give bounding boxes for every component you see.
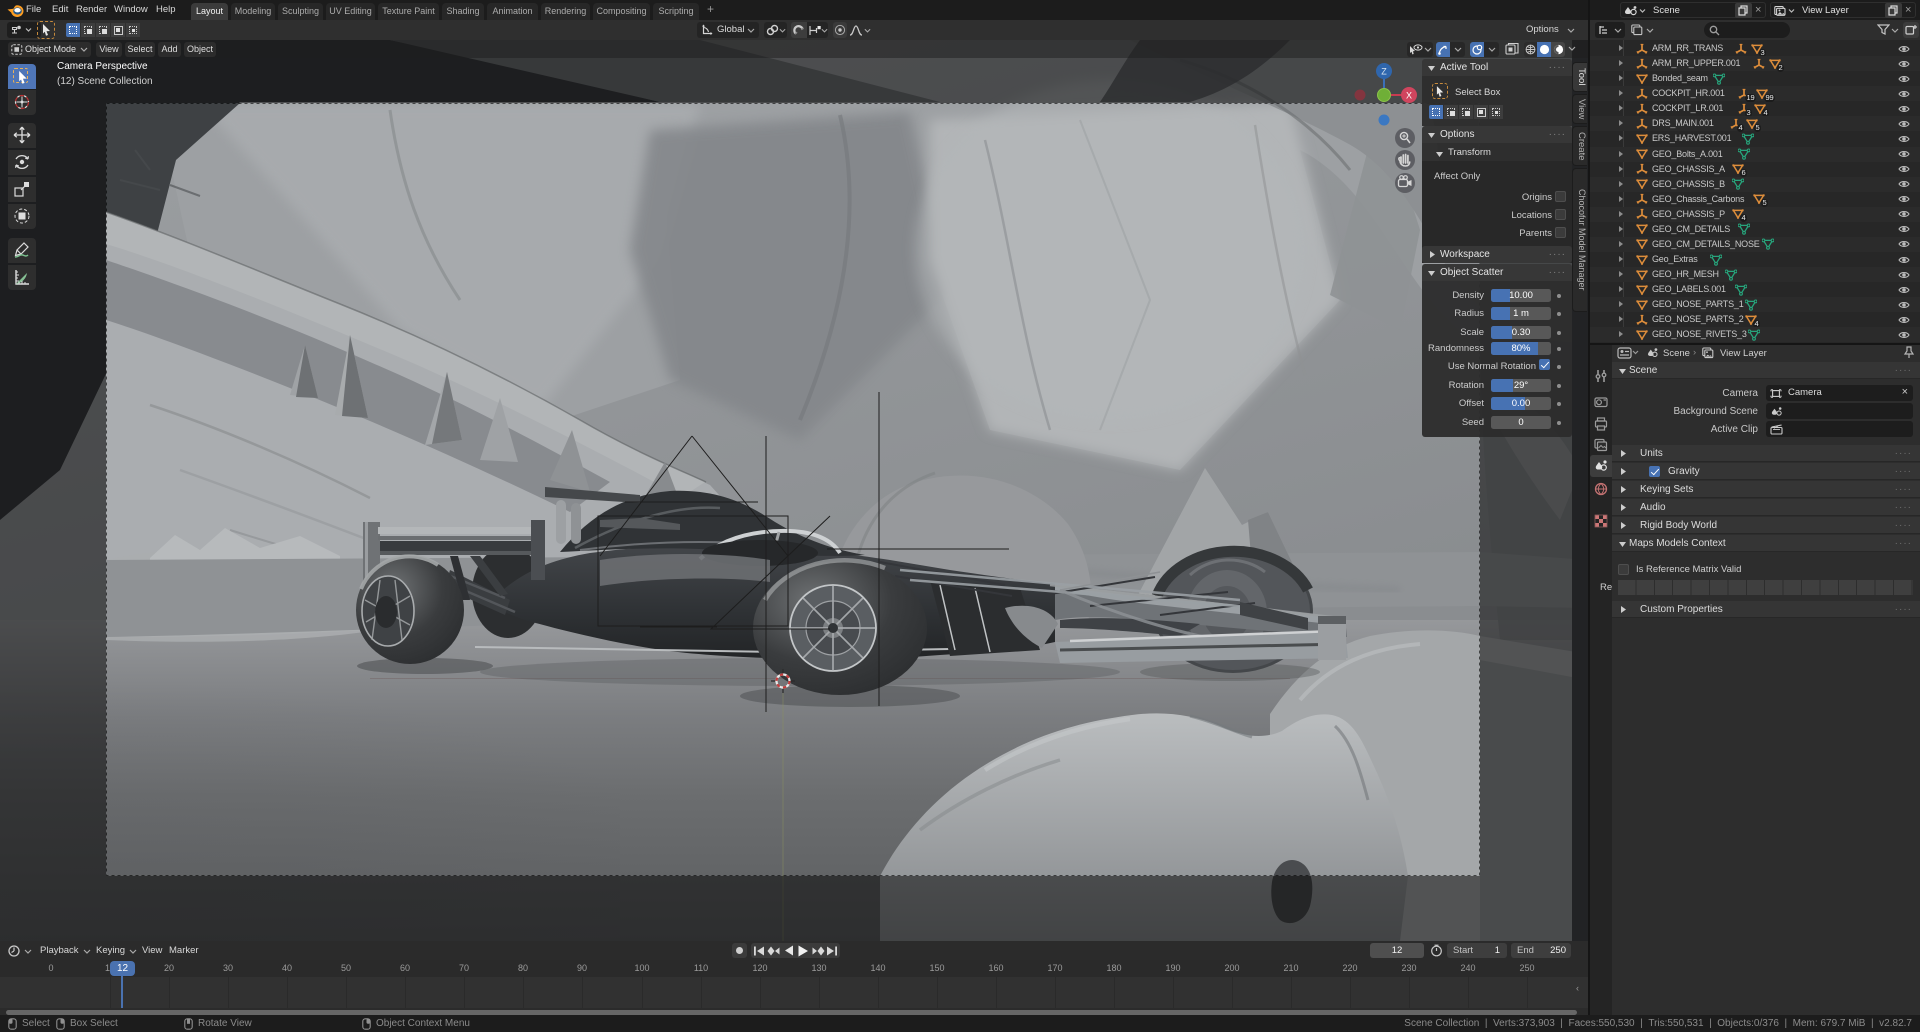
- svg-text:Z: Z: [1381, 67, 1387, 77]
- svg-text:X: X: [1406, 91, 1412, 101]
